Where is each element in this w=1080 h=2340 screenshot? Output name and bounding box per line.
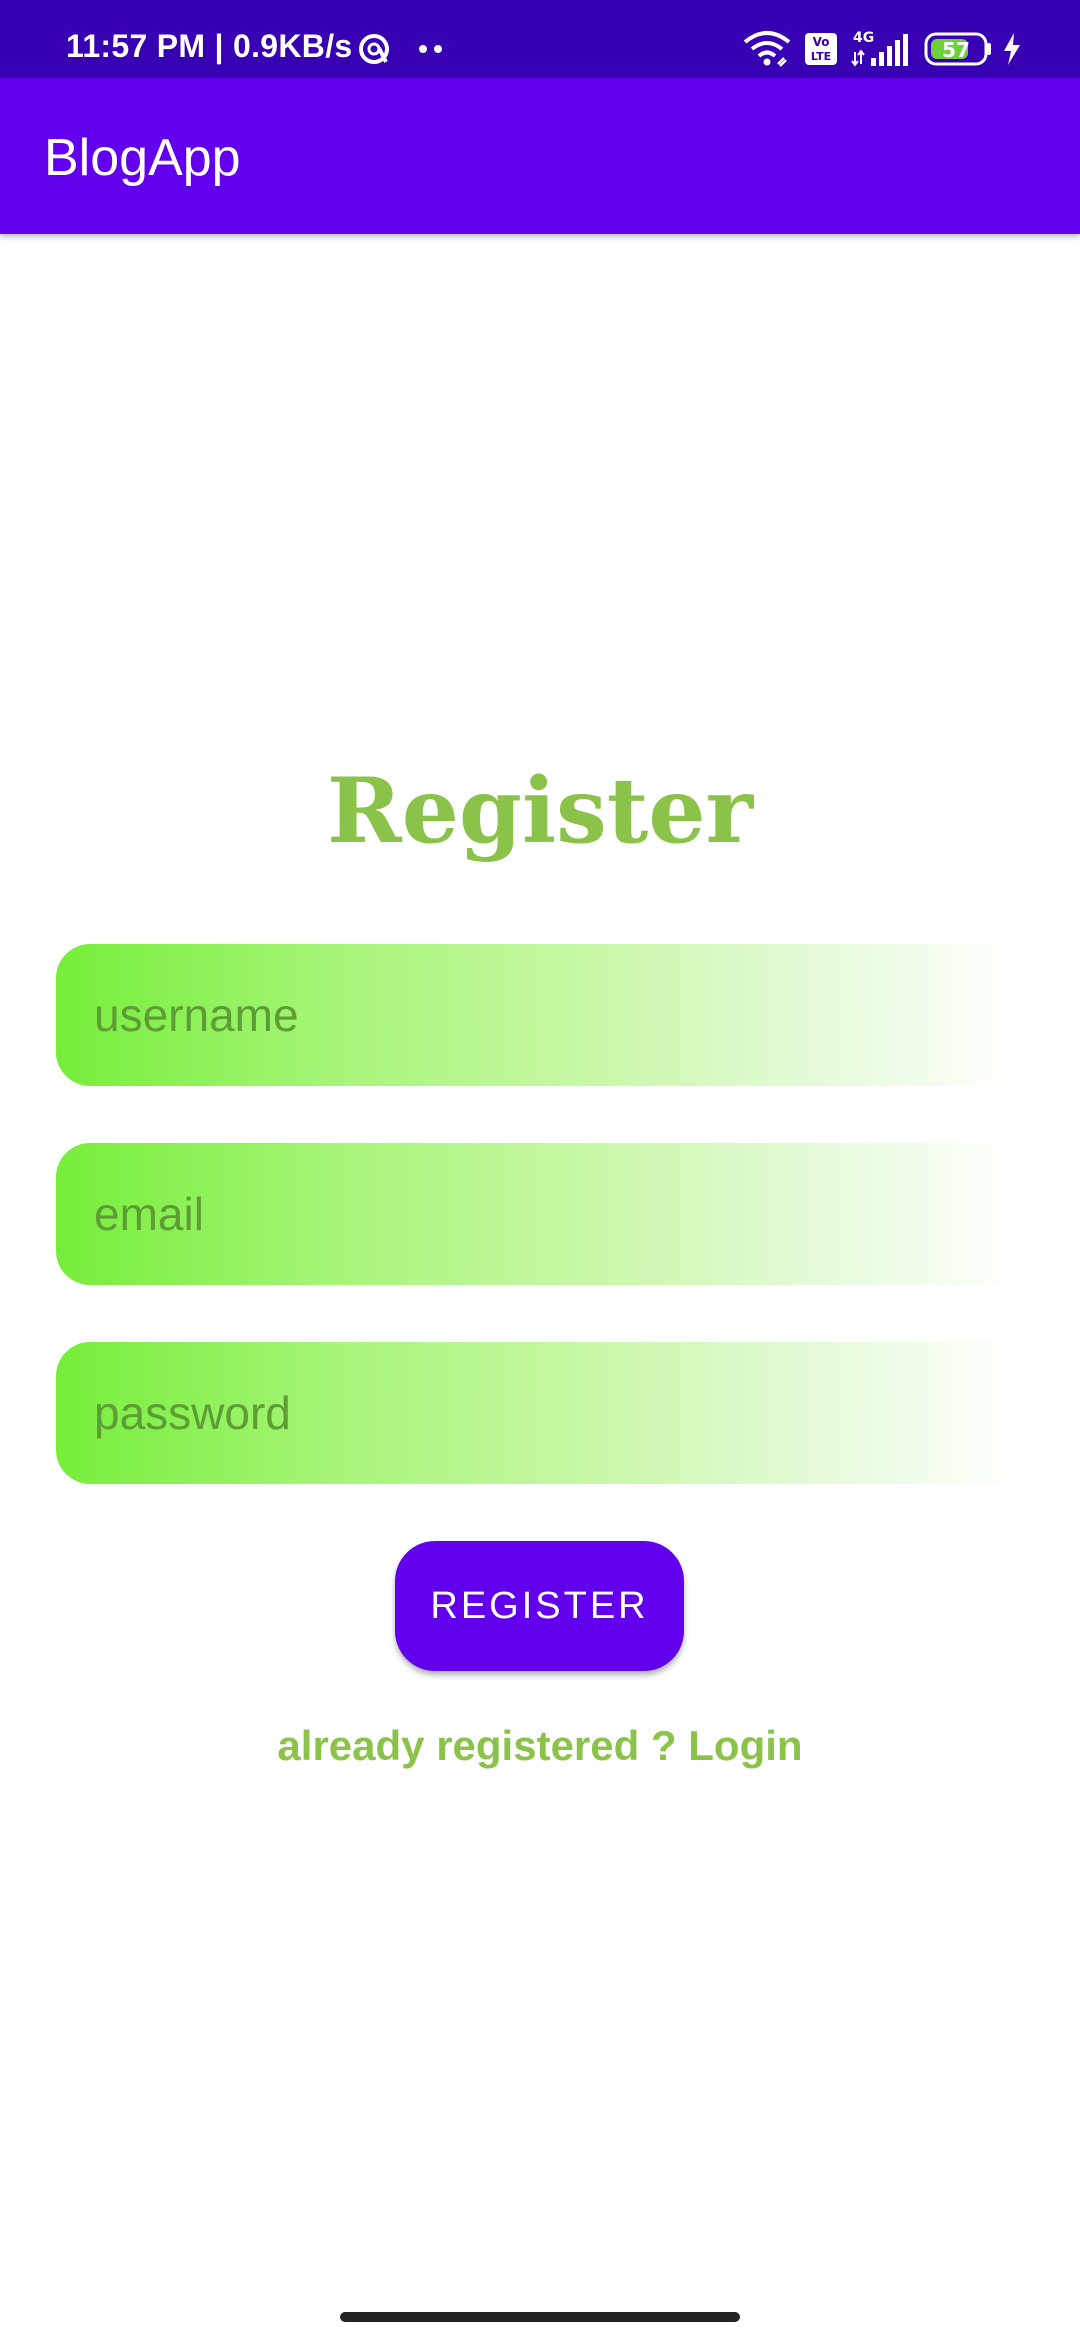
- email-field-container: [56, 1143, 1024, 1285]
- volte-icon: Vo LTE: [805, 33, 837, 65]
- email-input[interactable]: [94, 1143, 994, 1285]
- svg-text:LTE: LTE: [811, 50, 831, 63]
- battery-level: 57: [942, 38, 970, 62]
- signal-icon: 4G: [851, 30, 908, 67]
- password-field-container: [56, 1342, 1024, 1484]
- wifi-icon: [743, 31, 791, 67]
- page-title: Register: [326, 758, 754, 864]
- password-input[interactable]: [94, 1342, 994, 1484]
- charging-icon: [1004, 33, 1020, 65]
- app-bar: BlogApp: [0, 78, 1080, 234]
- home-indicator[interactable]: [340, 2312, 740, 2322]
- login-link[interactable]: already registered ? Login: [0, 1722, 1080, 1770]
- status-bar: 11:57 PM | 0.9KB/s Vo LTE 4G 57: [0, 0, 1080, 78]
- status-time: 11:57 PM | 0.9KB/s: [66, 28, 353, 64]
- svg-text:Vo: Vo: [813, 35, 830, 49]
- network-type-label: 4G: [853, 30, 874, 46]
- battery-icon: 57: [924, 32, 991, 66]
- app-title: BlogApp: [44, 129, 241, 187]
- more-dots-icon: [419, 45, 442, 53]
- username-field-container: [56, 944, 1024, 1086]
- username-input[interactable]: [94, 944, 994, 1086]
- register-button[interactable]: REGISTER: [395, 1541, 684, 1671]
- data-saver-icon: [359, 34, 389, 64]
